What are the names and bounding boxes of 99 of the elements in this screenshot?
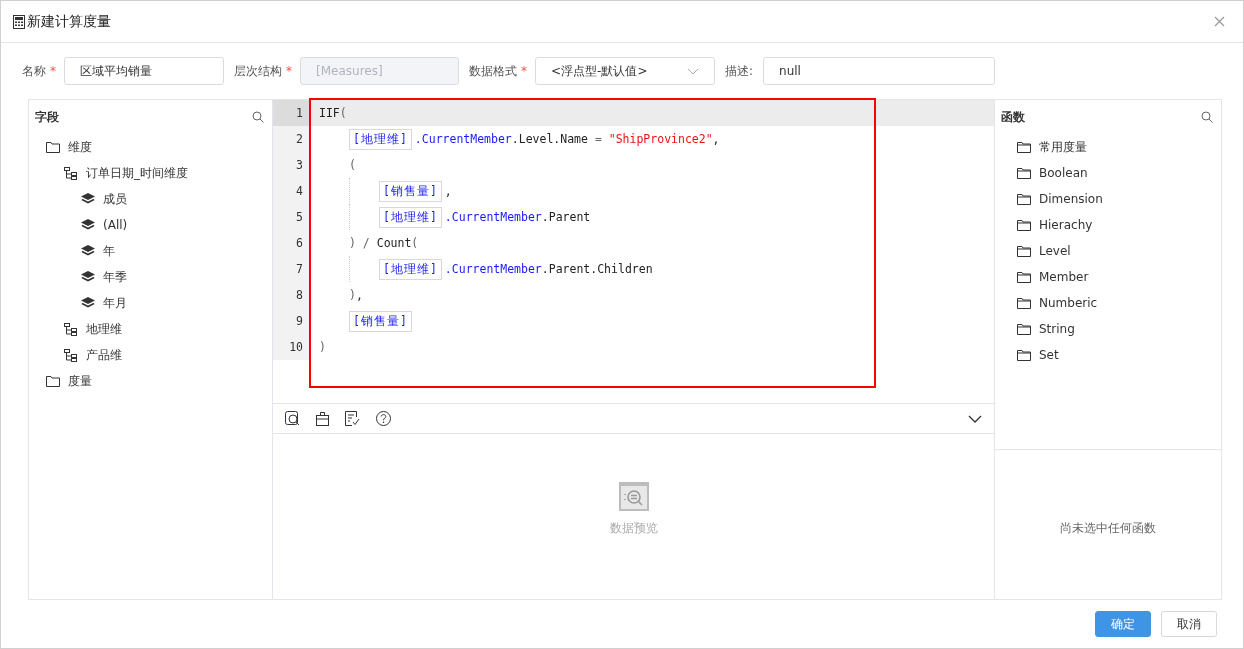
- code-token: .CurrentMember: [444, 210, 542, 224]
- folder-icon: [1017, 297, 1031, 309]
- empty-function-text: 尚未选中任何函数: [1060, 519, 1156, 537]
- cancel-button[interactable]: 取消: [1161, 611, 1217, 637]
- required-mark: *: [521, 64, 527, 78]
- code-token: =: [593, 132, 603, 146]
- function-category[interactable]: Hierachy: [1039, 218, 1093, 232]
- line-number: 2: [273, 126, 311, 152]
- tree-item[interactable]: 年: [103, 242, 115, 260]
- function-category[interactable]: Member: [1039, 270, 1089, 284]
- code-token: (: [411, 236, 419, 250]
- briefcase-icon[interactable]: [316, 411, 329, 426]
- help-icon[interactable]: [376, 411, 391, 426]
- line-number: 7: [273, 256, 311, 282]
- window-title: 新建计算度量: [27, 12, 111, 31]
- input-field[interactable]: null: [763, 57, 996, 85]
- function-category[interactable]: Dimension: [1039, 192, 1103, 206]
- tree-item[interactable]: 产品维: [86, 346, 122, 364]
- folder-icon: [1017, 323, 1031, 335]
- folder-icon: [1017, 219, 1031, 231]
- code-token: .CurrentMember: [444, 262, 542, 276]
- format-select[interactable]: <浮点型-默认值>: [535, 57, 715, 85]
- layers-icon: [81, 245, 95, 257]
- code-token: .Level.Name: [511, 132, 588, 146]
- layers-icon: [81, 297, 95, 309]
- field-label: 描述:: [725, 62, 754, 80]
- hierarchy-icon: [64, 166, 78, 180]
- member-tag[interactable]: [地理维]: [349, 128, 412, 150]
- member-tag[interactable]: [销售量]: [349, 310, 412, 332]
- calculator-icon: [13, 14, 25, 29]
- member-tag[interactable]: [销售量]: [379, 180, 442, 202]
- code-token: ,: [444, 184, 452, 198]
- document-check-icon[interactable]: [345, 411, 360, 426]
- code-token: ) /: [349, 236, 371, 250]
- search-icon[interactable]: [1201, 111, 1213, 123]
- folder-icon: [46, 141, 60, 153]
- code-token: ,: [355, 288, 363, 302]
- function-category[interactable]: 常用度量: [1039, 138, 1087, 156]
- folder-icon: [1017, 193, 1031, 205]
- line-number: 9: [273, 308, 311, 334]
- search-icon[interactable]: [252, 111, 264, 123]
- code-token: IIF: [319, 106, 340, 120]
- tree-item[interactable]: 成员: [103, 190, 127, 208]
- code-token: "ShipProvince2": [608, 132, 713, 146]
- field-label: 名称: [22, 62, 46, 80]
- code-token: ): [319, 340, 326, 354]
- code-token: (: [339, 106, 347, 120]
- code-token: (: [349, 158, 356, 172]
- folder-icon: [1017, 245, 1031, 257]
- tree-item[interactable]: (All): [103, 218, 128, 232]
- panel-title: 函数: [1001, 108, 1025, 126]
- folder-icon: [1017, 271, 1031, 283]
- panel-title: 字段: [35, 108, 59, 126]
- tree-item[interactable]: 订单日期_时间维度: [86, 164, 188, 182]
- code-token: .CurrentMember: [414, 132, 512, 146]
- hierarchy-icon: [64, 322, 78, 336]
- close-icon[interactable]: [1214, 16, 1225, 27]
- function-category[interactable]: Boolean: [1039, 166, 1088, 180]
- line-number: 10: [273, 334, 311, 360]
- required-mark: *: [50, 64, 56, 78]
- tree-item[interactable]: 年季: [103, 268, 127, 286]
- line-number: 6: [273, 230, 311, 256]
- function-category[interactable]: Numberic: [1039, 296, 1098, 310]
- folder-icon: [1017, 349, 1031, 361]
- preview-icon[interactable]: [285, 411, 300, 426]
- function-category[interactable]: String: [1039, 322, 1075, 336]
- tree-item[interactable]: 度量: [68, 372, 92, 390]
- line-number: 8: [273, 282, 311, 308]
- input-field[interactable]: 区域平均销量: [64, 57, 224, 85]
- function-category[interactable]: Set: [1039, 348, 1059, 362]
- hierarchy-icon: [64, 348, 78, 362]
- code-token: Count: [376, 236, 412, 250]
- chevron-down-icon[interactable]: [968, 414, 982, 423]
- layers-icon: [81, 271, 95, 283]
- chevron-down-icon: [687, 67, 699, 75]
- data-preview-icon: [618, 482, 649, 511]
- code-token: ): [349, 288, 356, 302]
- code-token: ,: [712, 132, 720, 146]
- field-label: 层次结构: [234, 62, 282, 80]
- folder-icon: [1017, 167, 1031, 179]
- function-category[interactable]: Level: [1039, 244, 1071, 258]
- code-token: .Parent: [541, 210, 591, 224]
- line-number: 1: [273, 100, 311, 126]
- tree-item[interactable]: 地理维: [86, 320, 122, 338]
- code-token: .Parent.Children: [541, 262, 653, 276]
- empty-preview-text: 数据预览: [609, 520, 658, 537]
- tree-item[interactable]: 年月: [103, 294, 127, 312]
- folder-icon: [46, 375, 60, 387]
- line-number: 3: [273, 152, 311, 178]
- member-tag[interactable]: [地理维]: [379, 258, 442, 280]
- required-mark: *: [286, 64, 292, 78]
- tree-item[interactable]: 维度: [68, 138, 92, 156]
- layers-icon: [81, 193, 95, 205]
- line-number: 5: [273, 204, 311, 230]
- folder-icon: [1017, 141, 1031, 153]
- line-number: 4: [273, 178, 311, 204]
- member-tag[interactable]: [地理维]: [379, 206, 442, 228]
- layers-icon: [81, 219, 95, 231]
- field-label: 数据格式: [469, 62, 517, 80]
